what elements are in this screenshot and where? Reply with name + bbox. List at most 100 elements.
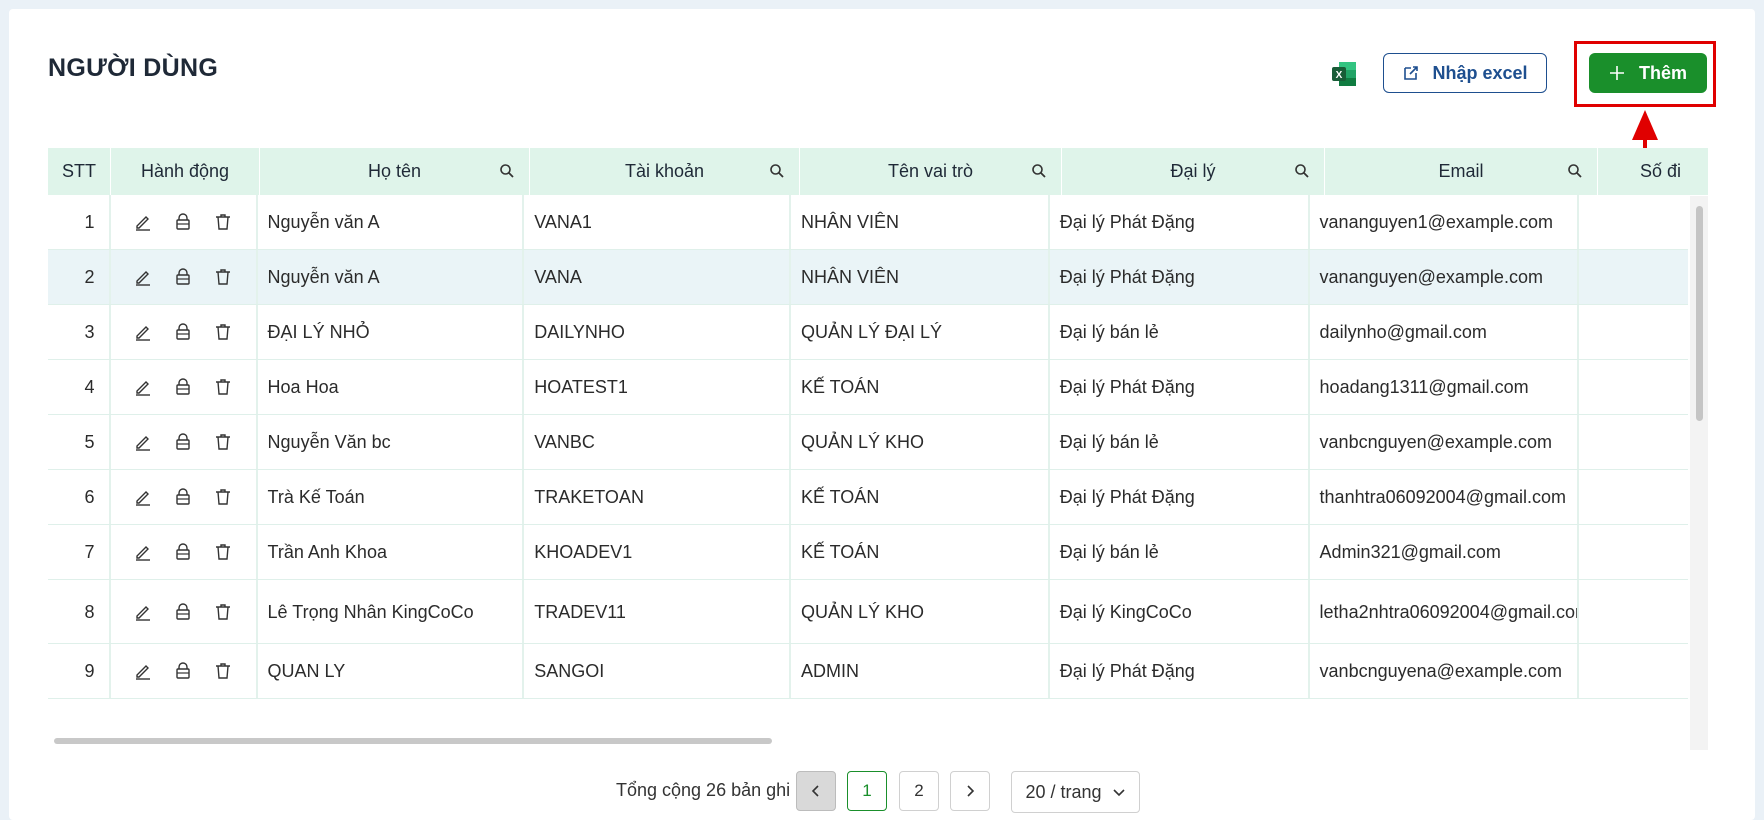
cell-name: Hoa Hoa bbox=[258, 360, 525, 414]
cell-phone bbox=[1579, 415, 1688, 469]
cell-stt: 4 bbox=[48, 360, 111, 414]
table-body: 1 Nguyễn văn A VANA1 NHÂN VIÊN Đại lý Phát Đ… bbox=[48, 195, 1688, 699]
delete-icon[interactable] bbox=[213, 661, 233, 681]
cell-actions bbox=[111, 360, 258, 414]
cell-name: Lê Trọng Nhân KingCoCo bbox=[258, 580, 525, 643]
column-header-email: Email bbox=[1325, 148, 1598, 195]
cell-role: QUẢN LÝ ĐẠI LÝ bbox=[791, 305, 1050, 359]
cell-email: vanbcnguyen@example.com bbox=[1310, 415, 1580, 469]
table-row[interactable]: 8 Lê Trọng Nhân KingCoCo TRADEV11 QUẢN LÝ K… bbox=[48, 580, 1688, 644]
cell-stt: 7 bbox=[48, 525, 111, 579]
cell-role: KẾ TOÁN bbox=[791, 360, 1050, 414]
cell-email: dailynho@gmail.com bbox=[1310, 305, 1580, 359]
edit-icon[interactable] bbox=[133, 267, 153, 287]
cell-actions bbox=[111, 415, 258, 469]
edit-icon[interactable] bbox=[133, 661, 153, 681]
page-size-value: 20 / trang bbox=[1025, 781, 1102, 802]
lock-icon[interactable] bbox=[173, 212, 193, 232]
cell-name: Trần Anh Khoa bbox=[258, 525, 525, 579]
delete-icon[interactable] bbox=[213, 377, 233, 397]
page-button-1[interactable]: 1 bbox=[847, 771, 887, 811]
table-row[interactable]: 6 Trà Kế Toán TRAKETOAN KẾ TOÁN Đại lý Phát … bbox=[48, 470, 1688, 525]
table-row[interactable]: 4 Hoa Hoa HOATEST1 KẾ TOÁN Đại lý Phát Đặng h… bbox=[48, 360, 1688, 415]
cell-role: QUẢN LÝ KHO bbox=[791, 415, 1050, 469]
users-table: STT Hành động Họ tên Tài khoản Tên vai t… bbox=[48, 148, 1708, 750]
cell-phone bbox=[1579, 360, 1688, 414]
delete-icon[interactable] bbox=[213, 212, 233, 232]
lock-icon[interactable] bbox=[173, 487, 193, 507]
prev-page-button[interactable] bbox=[796, 771, 836, 811]
lock-icon[interactable] bbox=[173, 432, 193, 452]
cell-account: VANA1 bbox=[524, 195, 791, 249]
delete-icon[interactable] bbox=[213, 487, 233, 507]
lock-icon[interactable] bbox=[173, 542, 193, 562]
svg-text:X: X bbox=[1336, 70, 1343, 81]
edit-icon[interactable] bbox=[133, 602, 153, 622]
page-size-select[interactable]: 20 / trang bbox=[1011, 771, 1140, 813]
cell-email: letha2nhtra06092004@gmail.com bbox=[1310, 580, 1580, 643]
search-icon[interactable] bbox=[1294, 163, 1310, 179]
cell-agent: Đại lý bán lẻ bbox=[1050, 415, 1310, 469]
cell-stt: 6 bbox=[48, 470, 111, 524]
table-row[interactable]: 5 Nguyễn Văn bc VANBC QUẢN LÝ KHO Đại lý bán… bbox=[48, 415, 1688, 470]
column-header-phone: Số đi bbox=[1640, 161, 1682, 181]
cell-phone bbox=[1579, 644, 1688, 698]
cell-role: KẾ TOÁN bbox=[791, 470, 1050, 524]
cell-email: vanbcnguyena@example.com bbox=[1310, 644, 1580, 698]
lock-icon[interactable] bbox=[173, 267, 193, 287]
page-button-2[interactable]: 2 bbox=[899, 771, 939, 811]
chevron-right-icon bbox=[967, 785, 975, 797]
cell-account: TRADEV11 bbox=[524, 580, 791, 643]
delete-icon[interactable] bbox=[213, 542, 233, 562]
horizontal-scrollbar[interactable] bbox=[54, 738, 772, 744]
lock-icon[interactable] bbox=[173, 602, 193, 622]
search-icon[interactable] bbox=[769, 163, 785, 179]
edit-icon[interactable] bbox=[133, 432, 153, 452]
vertical-scrollbar[interactable] bbox=[1690, 196, 1708, 750]
cell-account: VANBC bbox=[524, 415, 791, 469]
import-excel-button[interactable]: Nhập excel bbox=[1383, 53, 1547, 93]
cell-account: SANGOI bbox=[524, 644, 791, 698]
import-icon bbox=[1404, 66, 1419, 80]
lock-icon[interactable] bbox=[173, 377, 193, 397]
column-header-role: Tên vai trò bbox=[800, 148, 1062, 195]
cell-account: TRAKETOAN bbox=[524, 470, 791, 524]
edit-icon[interactable] bbox=[133, 487, 153, 507]
table-row[interactable]: 3 ĐẠI LÝ NHỎ DAILYNHO QUẢN LÝ ĐẠI LÝ Đại lý … bbox=[48, 305, 1688, 360]
delete-icon[interactable] bbox=[213, 602, 233, 622]
cell-phone bbox=[1579, 305, 1688, 359]
delete-icon[interactable] bbox=[213, 432, 233, 452]
edit-icon[interactable] bbox=[133, 377, 153, 397]
search-icon[interactable] bbox=[499, 163, 515, 179]
cell-agent: Đại lý Phát Đặng bbox=[1050, 644, 1310, 698]
edit-icon[interactable] bbox=[133, 542, 153, 562]
cell-account: VANA bbox=[524, 250, 791, 304]
delete-icon[interactable] bbox=[213, 322, 233, 342]
cell-agent: Đại lý Phát Đặng bbox=[1050, 470, 1310, 524]
lock-icon[interactable] bbox=[173, 322, 193, 342]
column-header-stt: STT bbox=[48, 148, 111, 195]
search-icon[interactable] bbox=[1567, 163, 1583, 179]
next-page-button[interactable] bbox=[950, 771, 990, 811]
edit-icon[interactable] bbox=[133, 322, 153, 342]
table-row[interactable]: 2 Nguyễn văn A VANA NHÂN VIÊN Đại lý Phát Đặ… bbox=[48, 250, 1688, 305]
total-records-text: Tổng cộng 26 bản ghi bbox=[616, 780, 791, 800]
cell-name: ĐẠI LÝ NHỎ bbox=[258, 305, 525, 359]
delete-icon[interactable] bbox=[213, 267, 233, 287]
table-row[interactable]: 1 Nguyễn văn A VANA1 NHÂN VIÊN Đại lý Phát Đ… bbox=[48, 195, 1688, 250]
table-row[interactable]: 9 QUAN LY SANGOI ADMIN Đại lý Phát Đặng vanbc… bbox=[48, 644, 1688, 699]
edit-icon[interactable] bbox=[133, 212, 153, 232]
cell-account: KHOADEV1 bbox=[524, 525, 791, 579]
cell-phone bbox=[1579, 250, 1688, 304]
excel-icon[interactable]: X bbox=[1330, 60, 1358, 88]
cell-name: Nguyễn văn A bbox=[258, 250, 525, 304]
cell-actions bbox=[111, 525, 258, 579]
lock-icon[interactable] bbox=[173, 661, 193, 681]
cell-email: vananguyen1@example.com bbox=[1310, 195, 1580, 249]
cell-stt: 9 bbox=[48, 644, 111, 698]
chevron-down-icon bbox=[1112, 789, 1125, 797]
search-icon[interactable] bbox=[1031, 163, 1047, 179]
table-row[interactable]: 7 Trần Anh Khoa KHOADEV1 KẾ TOÁN Đại lý bán … bbox=[48, 525, 1688, 580]
cell-role: ADMIN bbox=[791, 644, 1050, 698]
vertical-scroll-thumb[interactable] bbox=[1696, 206, 1703, 421]
